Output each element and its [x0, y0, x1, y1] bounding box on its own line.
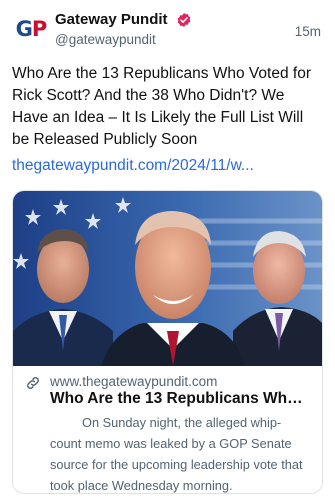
link-icon — [27, 377, 39, 389]
card-description: On Sunday night, the alleged whip-count … — [50, 415, 303, 493]
avatar[interactable]: GP — [12, 10, 50, 48]
post-link[interactable]: thegatewaypundit.com/2024/11/w... — [12, 157, 323, 175]
card-image[interactable] — [13, 191, 322, 366]
card-domain: www.thegatewaypundit.com — [50, 374, 218, 389]
avatar-logo: GP — [15, 17, 48, 41]
author-block[interactable]: Gateway Pundit @gatewaypundit — [55, 11, 275, 47]
post-card[interactable]: GP Gateway Pundit @gatewaypundit 15m Who… — [0, 0, 335, 500]
display-name[interactable]: Gateway Pundit — [55, 11, 168, 28]
card-title[interactable]: Who Are the 13 Republicans Who Vot... — [50, 390, 312, 408]
post-text: Who Are the 13 Republicans Who Voted for… — [12, 65, 311, 148]
link-preview-card[interactable]: www.thegatewaypundit.com Who Are the 13 … — [12, 190, 323, 494]
handle[interactable]: @gatewaypundit — [55, 32, 275, 47]
post-timestamp[interactable]: 15m — [295, 24, 321, 39]
verified-badge-icon — [177, 12, 191, 27]
post-header: GP Gateway Pundit @gatewaypundit 15m — [12, 10, 323, 50]
card-meta[interactable]: www.thegatewaypundit.com Who Are the 13 … — [13, 366, 322, 493]
